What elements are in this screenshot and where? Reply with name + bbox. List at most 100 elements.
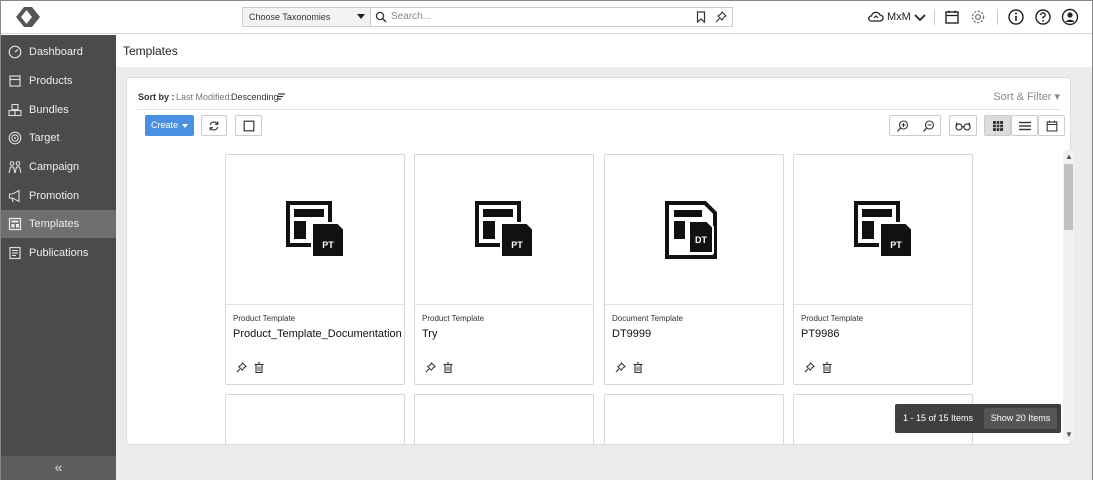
card-badge: DT <box>695 235 707 245</box>
template-card[interactable] <box>604 394 784 444</box>
preview-button[interactable] <box>949 115 977 136</box>
taxonomy-select-label: Choose Taxonomies <box>249 12 331 22</box>
template-name[interactable]: DT9999 <box>612 328 651 340</box>
trash-icon[interactable] <box>822 362 832 373</box>
glasses-icon <box>955 121 971 131</box>
card-badge: PT <box>322 240 334 250</box>
divider <box>997 9 998 25</box>
template-thumbnail: PT <box>794 155 972 305</box>
gear-icon[interactable] <box>969 8 987 26</box>
target-icon <box>8 131 22 145</box>
sidebar-item-label: Templates <box>29 218 80 230</box>
pin-icon[interactable] <box>615 362 626 373</box>
trash-icon[interactable] <box>254 362 264 373</box>
sidebar-item-target[interactable]: Target <box>1 124 116 152</box>
search-placeholder: Search... <box>391 11 432 22</box>
list-view-button[interactable] <box>1011 115 1038 136</box>
sort-field[interactable]: Last Modified: <box>176 92 232 102</box>
template-name[interactable]: Product_Template_Documentation <box>233 328 402 340</box>
zoom-in-icon[interactable] <box>897 119 910 132</box>
item-count: 1 - 15 of 15 Items <box>903 413 974 423</box>
chevron-down-icon <box>357 14 365 19</box>
template-name[interactable]: Try <box>422 328 437 340</box>
template-card[interactable] <box>414 394 594 444</box>
template-card[interactable] <box>225 394 405 444</box>
template-type: Product Template <box>422 314 485 323</box>
user-avatar-icon[interactable] <box>1061 8 1079 26</box>
chevron-down-icon <box>182 124 188 128</box>
taxonomy-select[interactable]: Choose Taxonomies <box>242 7 371 27</box>
product-template-icon: PT <box>475 201 534 258</box>
sidebar-item-label: Dashboard <box>29 46 83 58</box>
sidebar-item-bundles[interactable]: Bundles <box>1 96 116 124</box>
template-thumbnail: PT <box>226 155 404 305</box>
logo-icon[interactable] <box>14 5 42 29</box>
pin-icon[interactable] <box>804 362 815 373</box>
sidebar-item-promotion[interactable]: Promotion <box>1 182 116 210</box>
pin-icon[interactable] <box>236 362 247 373</box>
bookmark-icon[interactable] <box>696 11 706 23</box>
sidebar-item-campaign[interactable]: Campaign <box>1 153 116 181</box>
sidebar-item-dashboard[interactable]: Dashboard <box>1 38 116 66</box>
search-input[interactable]: Search... <box>371 7 733 27</box>
publications-icon <box>9 246 21 260</box>
grid-view-button[interactable] <box>984 115 1011 136</box>
template-card[interactable]: PT Product Template PT9986 <box>793 154 973 385</box>
template-name[interactable]: PT9986 <box>801 328 840 340</box>
sidebar-item-templates[interactable]: Templates <box>1 210 116 238</box>
products-icon <box>9 75 21 87</box>
template-card[interactable]: DT Document Template DT9999 <box>604 154 784 385</box>
page-title: Templates <box>123 44 178 58</box>
template-card[interactable]: PT Product Template Product_Template_Doc… <box>225 154 405 385</box>
refresh-button[interactable] <box>201 115 227 136</box>
calendar-icon[interactable] <box>943 8 961 26</box>
sort-by-label: Sort by : <box>138 92 175 102</box>
show-items-button[interactable]: Show 20 Items <box>984 408 1057 429</box>
template-type: Document Template <box>612 314 683 323</box>
sort-filter-button[interactable]: Sort & Filter ▾ <box>993 90 1060 103</box>
sidebar: Dashboard Products Bundles Target Campai… <box>1 35 116 480</box>
collapse-icon: « <box>54 459 63 475</box>
trash-icon[interactable] <box>443 362 453 373</box>
scrollbar[interactable]: ▲ ▼ <box>1063 150 1074 440</box>
zoom-out-icon[interactable] <box>923 119 936 132</box>
trash-icon[interactable] <box>633 362 643 373</box>
divider <box>934 9 935 25</box>
sort-direction[interactable]: Descending <box>231 92 279 102</box>
create-button[interactable]: Create <box>145 115 194 136</box>
user-context-label[interactable]: MxM <box>887 7 911 27</box>
info-icon[interactable] <box>1007 8 1025 26</box>
cloud-sync-icon[interactable] <box>867 8 885 26</box>
sidebar-collapse-button[interactable]: « <box>1 456 116 480</box>
product-template-icon: PT <box>286 201 345 258</box>
top-bar: Choose Taxonomies Search... MxM <box>1 1 1092 34</box>
calendar-view-button[interactable] <box>1038 115 1065 136</box>
template-type: Product Template <box>233 314 296 323</box>
template-thumbnail: DT <box>605 155 783 305</box>
help-icon[interactable] <box>1034 8 1052 26</box>
sidebar-item-label: Publications <box>29 247 89 259</box>
scroll-down-icon[interactable]: ▼ <box>1065 430 1073 439</box>
sidebar-item-label: Products <box>29 75 73 87</box>
select-all-checkbox[interactable] <box>235 115 262 136</box>
bundles-icon <box>8 103 22 117</box>
campaign-icon <box>8 161 22 174</box>
grid-icon <box>992 120 1003 131</box>
create-button-label: Create <box>151 120 179 130</box>
sort-descending-icon[interactable] <box>277 92 286 101</box>
sidebar-item-products[interactable]: Products <box>1 67 116 95</box>
promotion-icon <box>8 189 20 203</box>
sidebar-item-label: Target <box>29 132 60 144</box>
main-content: Templates Sort by : Last Modified: Desce… <box>116 35 1092 480</box>
pagination-bar: 1 - 15 of 15 Items Show 20 Items <box>895 404 1061 433</box>
sidebar-item-publications[interactable]: Publications <box>1 239 116 267</box>
pin-icon[interactable] <box>715 11 727 23</box>
pin-icon[interactable] <box>425 362 436 373</box>
list-icon <box>1018 121 1031 130</box>
template-card[interactable]: PT Product Template Try <box>414 154 594 385</box>
card-badge: PT <box>890 240 902 250</box>
calendar-icon <box>1046 120 1057 131</box>
chevron-down-icon[interactable] <box>911 8 929 26</box>
scrollbar-thumb[interactable] <box>1064 164 1073 230</box>
scroll-up-icon[interactable]: ▲ <box>1065 152 1073 161</box>
